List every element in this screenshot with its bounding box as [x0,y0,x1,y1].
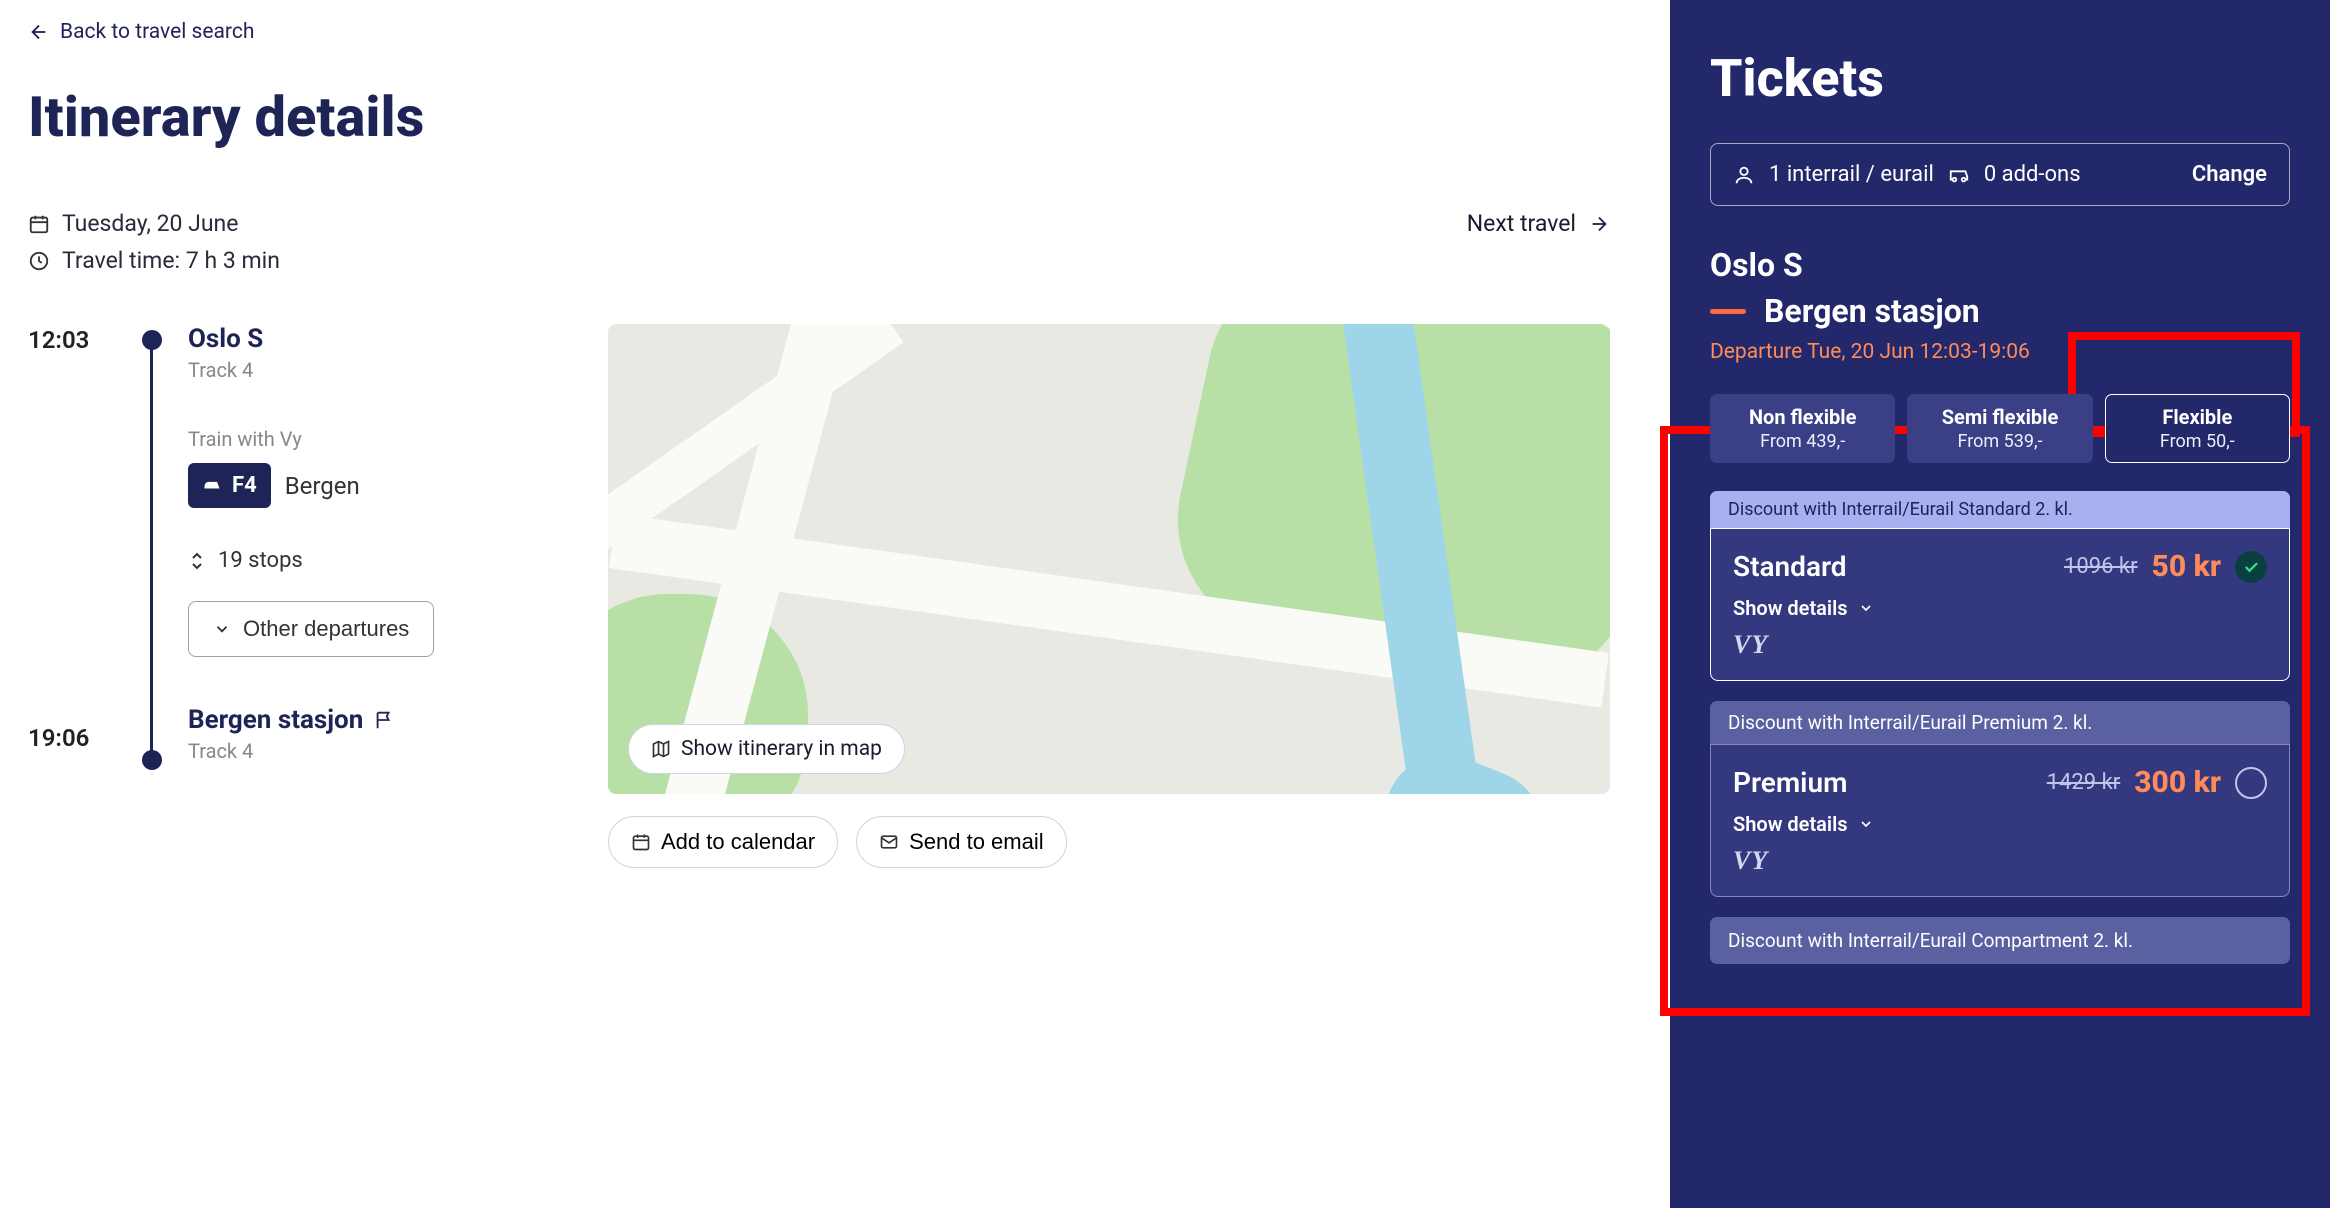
back-link-label: Back to travel search [60,20,254,44]
train-icon [202,478,222,494]
expand-icon [188,550,206,572]
route-to: Bergen stasjon [1764,292,1980,330]
ticket-card-standard[interactable]: Standard 1096 kr 50 kr Show details VY [1710,528,2290,681]
send-email-button[interactable]: Send to email [856,816,1067,868]
fare-tab-label: Semi flexible [1912,405,2087,429]
travel-time: Travel time: 7 h 3 min [28,247,280,274]
tickets-sidebar: Tickets 1 interrail / eurail 0 add-ons C… [1670,0,2330,1208]
addons-icon [1948,164,1970,186]
route-block: Oslo S Bergen stasjon Departure Tue, 20 … [1710,246,2290,382]
fare-tab-non-flexible[interactable]: Non flexible From 439,- [1710,394,1895,463]
origin-stop: Oslo S Track 4 [188,324,568,382]
selected-check-icon [2235,551,2267,583]
line-badge: F4 [188,463,271,508]
next-travel-label: Next travel [1467,210,1576,237]
fare-tab-flexible[interactable]: Flexible From 50,- [2105,394,2290,463]
other-departures-label: Other departures [243,616,409,642]
destination-stop: Bergen stasjon Track 4 [188,705,568,763]
discount-strip-standard: Discount with Interrail/Eurail Standard … [1710,491,2290,528]
show-details-toggle[interactable]: Show details [1733,596,2267,620]
stops-label: 19 stops [218,548,303,573]
radio-unselected-icon[interactable] [2235,767,2267,799]
ticket-original-price: 1096 kr [2064,554,2138,579]
ticket-price: 50 kr [2152,549,2221,584]
line-badge-text: F4 [232,473,257,498]
fare-tab-price: From 539,- [1912,431,2087,452]
show-details-label: Show details [1733,812,1848,836]
show-details-toggle[interactable]: Show details [1733,812,2267,836]
timeline-line [150,342,153,754]
discount-strip-premium: Discount with Interrail/Eurail Premium 2… [1710,701,2290,744]
show-map-label: Show itinerary in map [681,737,882,761]
person-icon [1733,164,1755,186]
calendar-icon [28,213,50,235]
operator-label: Train with Vy [188,427,568,451]
stops-toggle[interactable]: 19 stops [188,548,568,573]
main-content: Back to travel search Itinerary details … [0,0,1670,1208]
ticket-card-premium[interactable]: Premium 1429 kr 300 kr Show details VY [1710,744,2290,897]
travel-date: Tuesday, 20 June [28,210,280,237]
destination-name-text: Bergen stasjon [188,705,363,735]
send-email-label: Send to email [909,829,1044,855]
ticket-name: Premium [1733,766,1847,799]
departure-text: Departure Tue, 20 Jun 12:03-19:06 [1710,340,2290,364]
route-from: Oslo S [1710,246,2290,284]
add-calendar-button[interactable]: Add to calendar [608,816,838,868]
chevron-down-icon [213,620,231,638]
fare-tab-price: From 50,- [2110,431,2285,452]
travel-time-text: Travel time: 7 h 3 min [62,247,280,274]
fare-tab-label: Flexible [2110,405,2285,429]
fare-tab-price: From 439,- [1715,431,1890,452]
destination-time: 19:06 [28,724,89,752]
ticket-price: 300 kr [2134,765,2221,800]
next-travel-link[interactable]: Next travel [1467,210,1610,237]
discount-strip-compartment: Discount with Interrail/Eurail Compartme… [1710,917,2290,964]
fare-tab-label: Non flexible [1715,405,1890,429]
fare-tabs: Non flexible From 439,- Semi flexible Fr… [1710,394,2290,463]
arrow-left-icon [28,21,50,43]
origin-dot [142,330,162,350]
passenger-count: 1 interrail / eurail [1769,162,1934,187]
origin-track: Track 4 [188,358,568,382]
travel-date-text: Tuesday, 20 June [62,210,238,237]
show-details-label: Show details [1733,596,1848,620]
map-icon [651,739,671,759]
fare-tab-semi-flexible[interactable]: Semi flexible From 539,- [1907,394,2092,463]
route-line-icon [1710,309,1746,314]
arrow-right-icon [1588,213,1610,235]
show-map-button[interactable]: Show itinerary in map [628,724,905,774]
passenger-summary[interactable]: 1 interrail / eurail 0 add-ons Change [1710,143,2290,206]
flag-icon [373,709,395,731]
meta-row: Tuesday, 20 June Travel time: 7 h 3 min … [28,210,1610,274]
vy-logo: VY [1733,630,2267,660]
ticket-name: Standard [1733,550,1847,583]
clock-icon [28,250,50,272]
origin-name: Oslo S [188,324,568,354]
chevron-down-icon [1858,600,1874,616]
ticket-original-price: 1429 kr [2047,770,2121,795]
chevron-down-icon [1858,816,1874,832]
other-departures-button[interactable]: Other departures [188,601,434,657]
change-link[interactable]: Change [2192,162,2267,187]
line-destination: Bergen [285,472,360,500]
map-preview[interactable]: Show itinerary in map [608,324,1610,794]
sidebar-title: Tickets [1710,48,2290,109]
add-calendar-label: Add to calendar [661,829,815,855]
page-title: Itinerary details [28,84,1610,150]
vy-logo: VY [1733,846,2267,876]
destination-name: Bergen stasjon [188,705,568,735]
email-icon [879,832,899,852]
addons-count: 0 add-ons [1984,162,2081,187]
back-link[interactable]: Back to travel search [28,20,254,44]
origin-time: 12:03 [28,326,89,354]
destination-dot [142,750,162,770]
itinerary-timeline: 12:03 19:06 Oslo S Track 4 Train with Vy… [28,324,568,794]
calendar-icon [631,832,651,852]
destination-track: Track 4 [188,739,568,763]
